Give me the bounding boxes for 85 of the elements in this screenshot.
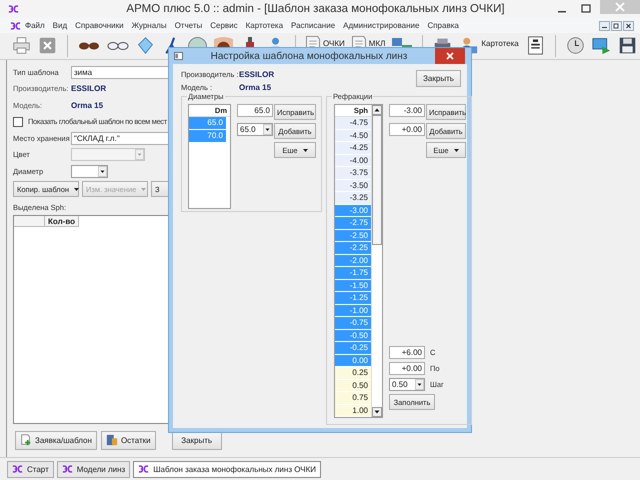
glasses-icon <box>107 42 129 50</box>
app-logo-icon <box>138 465 150 473</box>
menu-item[interactable]: Журналы <box>128 21 171 30</box>
sph-list-item[interactable]: 0.25 <box>335 367 371 380</box>
menu-item[interactable]: Вид <box>48 21 72 30</box>
close-icon[interactable] <box>623 20 634 30</box>
save-button[interactable] <box>618 35 637 56</box>
menu-item[interactable]: Файл <box>21 21 49 30</box>
document-tab[interactable]: Шаблон заказа монофокальных линз ОЧКИ <box>133 460 321 478</box>
monitor-arrow-icon <box>592 36 611 55</box>
action-button[interactable]: Заявка/шаблон <box>15 430 97 450</box>
app-logo-icon <box>12 465 23 473</box>
diameter-dropdown[interactable] <box>71 164 108 178</box>
action-button[interactable]: Остатки <box>100 430 156 450</box>
column-header: Кол-во <box>45 216 79 226</box>
window-icon <box>174 52 183 60</box>
close-icon[interactable] <box>435 48 465 64</box>
monitor-button[interactable] <box>592 35 611 56</box>
chart-button[interactable] <box>526 35 545 56</box>
caret-icon <box>98 166 107 177</box>
sph-list-item[interactable]: -3.25 <box>335 192 371 204</box>
checkbox[interactable] <box>13 116 23 127</box>
document-icon <box>306 36 320 47</box>
from-field[interactable]: +6.00 <box>389 346 425 359</box>
menu-item[interactable]: Сервис <box>206 21 242 30</box>
menu-item[interactable]: Справочники <box>71 21 128 30</box>
scroll-thumb[interactable] <box>372 115 382 245</box>
model-value: Orma 15 <box>239 83 272 92</box>
manufacturer-value: ESSILOR <box>71 84 106 94</box>
sunglasses-icon <box>78 42 100 50</box>
close-button[interactable]: Закрыть <box>416 70 461 87</box>
document-tab[interactable]: Старт <box>7 460 54 478</box>
menu-item[interactable]: Администрирование <box>339 21 424 30</box>
sph-list-item[interactable]: -4.25 <box>335 142 371 154</box>
sph-list-item[interactable]: 0.75 <box>335 392 371 404</box>
model-value: Orma 15 <box>71 100 104 110</box>
caret-icon <box>263 124 272 135</box>
dialog-title: Настройка шаблона монофокальных линз <box>210 50 408 62</box>
crystal-icon <box>136 36 155 55</box>
restore-icon[interactable] <box>611 20 622 30</box>
caret-icon <box>135 149 144 160</box>
eye-chart-icon <box>526 36 545 55</box>
sph-list-item[interactable]: -4.50 <box>335 130 371 142</box>
menu-item[interactable]: Картотека <box>242 21 288 30</box>
server-icon <box>106 434 118 446</box>
document-tab[interactable]: Модели линз <box>56 460 130 478</box>
sph-field[interactable]: -3.00 <box>389 104 425 117</box>
scroll-up-icon[interactable] <box>372 105 382 115</box>
sph-list-item[interactable]: 0.50 <box>335 380 371 392</box>
cancel-button[interactable] <box>38 35 57 56</box>
crystal-button[interactable] <box>136 35 155 56</box>
app-logo-icon <box>62 465 73 473</box>
clock-icon <box>566 36 585 55</box>
printer-icon <box>12 36 31 55</box>
app-logo-icon <box>8 5 19 13</box>
sph-field[interactable]: +0.00 <box>389 123 425 136</box>
caret-icon <box>454 149 459 152</box>
diameter-field[interactable]: 65.0 <box>237 104 273 117</box>
sph-list-item[interactable]: -3.75 <box>335 167 371 180</box>
window-title: АРМО плюс 5.0 :: admin - [Шаблон заказа монофокальных линз ОЧКИ] <box>125 3 506 15</box>
save-icon <box>618 36 637 55</box>
caret-icon <box>302 149 308 152</box>
to-field[interactable]: +0.00 <box>389 362 425 375</box>
caret-icon <box>141 188 146 192</box>
minimize-icon[interactable] <box>599 20 610 30</box>
menu-item[interactable]: Справка <box>423 21 463 30</box>
sph-list-item[interactable]: -4.75 <box>335 117 371 130</box>
document-icon <box>352 36 366 47</box>
caret-icon <box>74 188 80 192</box>
caret-icon <box>415 379 424 390</box>
scrollbar[interactable] <box>371 105 382 417</box>
sph-list-item[interactable]: -4.00 <box>335 154 371 167</box>
cancel-icon <box>38 36 57 55</box>
diameter-dropdown[interactable]: 65.0 <box>237 123 273 136</box>
menu-item[interactable]: Расписание <box>287 21 340 30</box>
sph-list-item[interactable]: 1.00 <box>335 404 371 417</box>
menu-item[interactable]: Отчеты <box>170 21 206 30</box>
sph-list-item[interactable]: -3.50 <box>335 180 371 192</box>
app-logo-icon <box>10 22 21 30</box>
step-dropdown[interactable]: 0.50 <box>389 378 425 391</box>
add-document-icon <box>20 434 32 446</box>
clock-button[interactable] <box>566 35 585 56</box>
printer-button[interactable] <box>12 35 31 56</box>
manufacturer-value: ESSILOR <box>239 70 274 79</box>
scroll-down-icon[interactable] <box>372 407 382 417</box>
